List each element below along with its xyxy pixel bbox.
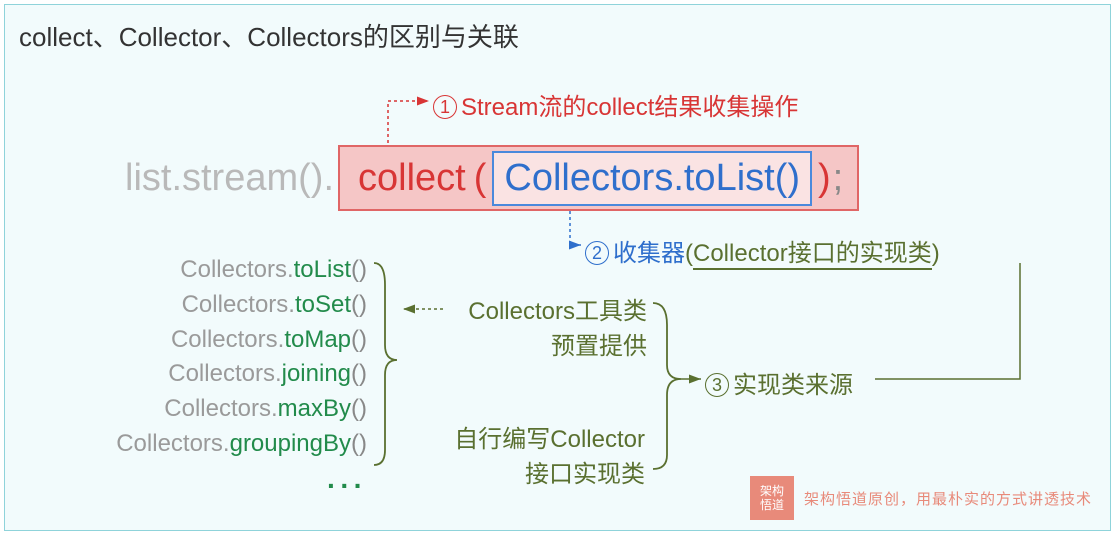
code-paren-left: (: [474, 157, 487, 200]
annotation-2-num: 2: [585, 241, 609, 265]
code-prefix: list.stream().: [125, 157, 334, 200]
annotation-1-text: Stream流的collect结果收集操作: [461, 94, 798, 121]
list-item: Collectors.joining(): [37, 357, 367, 392]
source-block-2: 自行编写Collector 接口实现类: [425, 423, 645, 493]
code-paren-right: ): [818, 157, 831, 200]
list-item: Collectors.toMap(): [37, 323, 367, 358]
list-item: Collectors.toSet(): [37, 288, 367, 323]
annotation-2-text-a: 收集器: [613, 240, 685, 267]
brace-left: [374, 263, 397, 465]
list-item: Collectors.maxBy(): [37, 392, 367, 427]
diagram-title: collect、Collector、Collectors的区别与关联: [19, 17, 519, 54]
connector-impl: [875, 263, 1020, 379]
list-item: Collectors.groupingBy(): [37, 427, 367, 462]
annotation-3-num: 3: [705, 373, 729, 397]
connector-2: [570, 211, 581, 245]
annotation-1: 1Stream流的collect结果收集操作: [433, 87, 798, 122]
watermark: 架构 悟道 架构悟道原创，用最朴实的方式讲透技术: [750, 476, 1092, 520]
list-ellipsis: ···: [37, 466, 367, 507]
connector-1: [388, 101, 429, 143]
code-semi: ;: [833, 157, 844, 200]
diagram-canvas: collect、Collector、Collectors的区别与关联 1Stre…: [4, 4, 1111, 531]
annotation-2-paren-l: (: [685, 240, 693, 267]
list-item: Collectors.toList(): [37, 253, 367, 288]
collectors-list: Collectors.toList() Collectors.toSet() C…: [37, 253, 367, 506]
source-block-1: Collectors工具类 预置提供: [447, 295, 647, 365]
annotation-3: 3实现类来源: [705, 365, 853, 400]
watermark-logo: 架构 悟道: [750, 476, 794, 520]
annotation-2-paren-r: ): [932, 240, 940, 267]
brace-right: [653, 303, 681, 469]
collectors-box: Collectors.toList(): [492, 151, 812, 206]
collect-box: collect ( Collectors.toList() );: [338, 145, 859, 211]
annotation-2-text-c: Collector接口的实现类: [693, 240, 932, 270]
annotation-2: 2收集器(Collector接口的实现类): [585, 233, 940, 268]
annotation-1-num: 1: [433, 95, 457, 119]
annotation-3-text: 实现类来源: [733, 372, 853, 399]
watermark-text: 架构悟道原创，用最朴实的方式讲透技术: [804, 488, 1092, 509]
code-collect: collect: [358, 157, 466, 200]
code-line: list.stream(). collect ( Collectors.toLi…: [125, 145, 859, 211]
